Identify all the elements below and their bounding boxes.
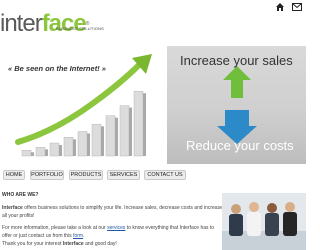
growth-bar-side (31, 152, 34, 156)
nav-contact-us[interactable]: CONTACT US (144, 170, 186, 180)
growth-bar (35, 147, 46, 157)
section-heading: WHO ARE WE? (2, 192, 39, 198)
mail-icon[interactable] (292, 3, 302, 11)
growth-bar-side (115, 117, 118, 156)
growth-bar-side (143, 93, 146, 156)
main-nav: HOME PORTFOLIO PRODUCTS SERVICES CONTACT… (0, 168, 306, 180)
services-link[interactable]: services (107, 225, 125, 231)
growth-bar (63, 137, 74, 157)
increase-sales-text: Increase your sales (180, 53, 293, 68)
growth-bar (77, 131, 88, 157)
reduce-costs-text: Reduce your costs (186, 138, 294, 153)
banner-quote: « Be seen on the Internet! » (8, 64, 106, 73)
nav-services[interactable]: SERVICES (107, 170, 140, 180)
banner-growth-panel: « Be seen on the Internet! » (0, 46, 166, 164)
form-link[interactable]: form (73, 233, 83, 239)
growth-bar-side (129, 107, 132, 156)
intro-paragraph: Interface offers business solutions to s… (2, 205, 223, 219)
logo-subtitle: BUSINESS SOLUTIONS (56, 26, 105, 31)
thanks-paragraph: Thank you for your interest Interface an… (2, 241, 117, 247)
info-paragraph: For more information, please take a look… (2, 225, 215, 239)
growth-bar-side (87, 133, 90, 156)
banner: « Be seen on the Internet! » Increase yo… (0, 46, 306, 164)
header: interface® BUSINESS SOLUTIONS (0, 0, 306, 42)
arrow-up-icon (223, 66, 251, 98)
growth-bar-side (45, 149, 48, 156)
growth-bar-side (59, 145, 62, 156)
growth-bar-side (101, 126, 104, 156)
nav-home[interactable]: HOME (3, 170, 25, 180)
logo[interactable]: interface® (0, 10, 89, 37)
growth-bar-side (73, 139, 76, 156)
growth-bar (91, 124, 102, 157)
nav-portfolio[interactable]: PORTFOLIO (30, 170, 64, 180)
team-photo (222, 193, 306, 250)
growth-bar (119, 105, 130, 157)
home-icon[interactable] (275, 2, 285, 12)
growth-bar (105, 115, 116, 157)
logo-wordmark: interface® (0, 10, 89, 37)
growth-bar (133, 90, 144, 157)
growth-bar (21, 149, 32, 157)
growth-bar (49, 142, 60, 157)
nav-products[interactable]: PRODUCTS (69, 170, 103, 180)
